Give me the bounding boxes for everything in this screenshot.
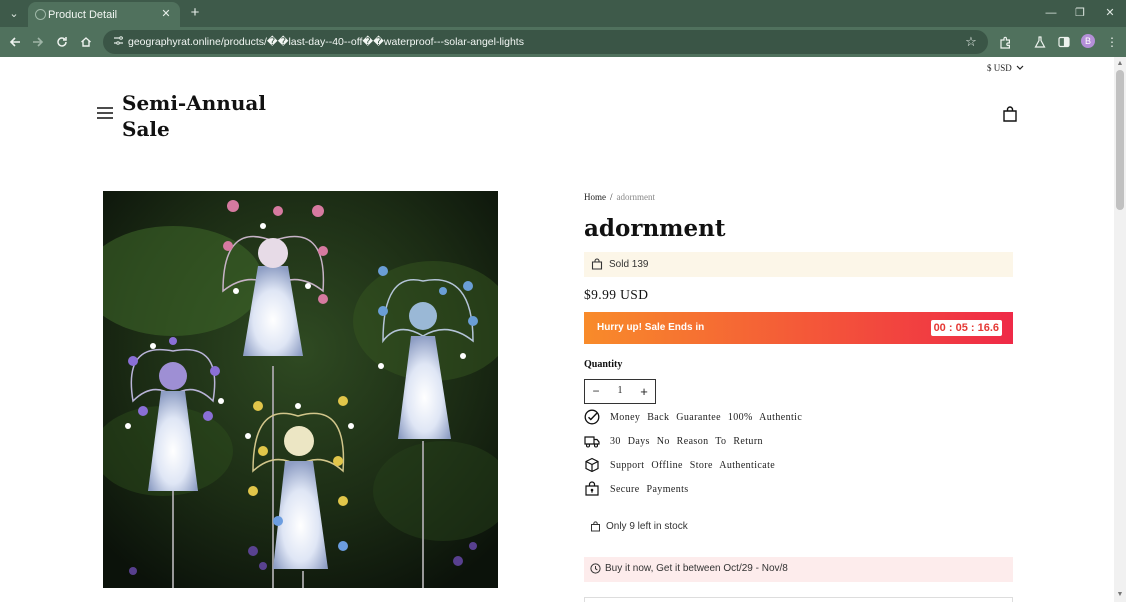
arrow-right-icon bbox=[33, 37, 44, 47]
tab-title: Product Detail bbox=[48, 9, 118, 21]
box-icon bbox=[585, 457, 599, 473]
feature-item: Secure Payments bbox=[584, 481, 1014, 499]
breadcrumb: Home / adornment bbox=[584, 192, 655, 202]
chevron-down-icon bbox=[1016, 65, 1024, 70]
hamburger-menu-icon[interactable] bbox=[97, 106, 113, 120]
feature-item: Support Offline Store Authenticate bbox=[584, 457, 1014, 475]
page-viewport: $ USD Semi-Annual Sale Home / adornment … bbox=[0, 57, 1114, 602]
address-bar[interactable]: geographyrat.online/products/��last-day-… bbox=[103, 30, 988, 54]
labs-flask-icon[interactable] bbox=[1030, 32, 1050, 52]
shopping-bag-icon[interactable] bbox=[1002, 106, 1018, 122]
brand-logo[interactable]: Semi-Annual Sale bbox=[122, 90, 272, 142]
product-image[interactable] bbox=[103, 191, 498, 588]
quantity-stepper: − 1 + bbox=[584, 379, 656, 404]
back-button[interactable] bbox=[5, 32, 25, 52]
scroll-down-arrow-icon[interactable]: ▼ bbox=[1114, 590, 1126, 600]
currency-label: $ USD bbox=[987, 63, 1012, 73]
reload-button[interactable] bbox=[52, 32, 72, 52]
shopping-bag-icon bbox=[591, 258, 603, 270]
quantity-decrease-button[interactable]: − bbox=[588, 383, 604, 400]
bookmark-star-icon[interactable]: ☆ bbox=[962, 33, 980, 51]
url-text: geographyrat.online/products/��last-day-… bbox=[128, 36, 524, 48]
sold-count: Sold 139 bbox=[609, 259, 649, 270]
delivery-estimate-text: Buy it now, Get it between Oct/29 - Nov/… bbox=[605, 563, 788, 574]
new-tab-button[interactable]: + bbox=[186, 4, 204, 22]
profile-avatar[interactable]: B bbox=[1081, 34, 1095, 48]
quantity-increase-button[interactable]: + bbox=[636, 383, 652, 400]
feature-item: 30 Days No Reason To Return bbox=[584, 433, 1014, 451]
home-button[interactable] bbox=[76, 32, 96, 52]
sale-countdown-banner: Hurry up! Sale Ends in 00 : 05 : 16.6 bbox=[584, 312, 1013, 344]
restore-button[interactable]: ❐ bbox=[1070, 4, 1090, 22]
sale-banner-text: Hurry up! Sale Ends in bbox=[597, 322, 705, 333]
countdown-timer: 00 : 05 : 16.6 bbox=[930, 320, 1002, 336]
breadcrumb-current: adornment bbox=[616, 192, 656, 202]
delivery-estimate-bar: Buy it now, Get it between Oct/29 - Nov/… bbox=[584, 557, 1013, 582]
breadcrumb-home-link[interactable]: Home bbox=[584, 192, 606, 202]
truck-icon bbox=[584, 436, 600, 448]
page-scrollbar[interactable]: ▲ ▼ bbox=[1114, 57, 1126, 602]
product-price: $9.99 USD bbox=[584, 287, 649, 302]
breadcrumb-separator: / bbox=[610, 192, 613, 202]
close-window-button[interactable]: ✕ bbox=[1100, 4, 1120, 22]
feature-text: 30 Days No Reason To Return bbox=[610, 436, 763, 447]
feature-text: Secure Payments bbox=[610, 484, 689, 495]
quantity-label: Quantity bbox=[584, 359, 623, 370]
tab-search-button[interactable]: ⌄ bbox=[5, 5, 23, 23]
reload-icon bbox=[57, 37, 67, 47]
currency-selector[interactable]: $ USD bbox=[987, 63, 1024, 73]
minimize-button[interactable]: — bbox=[1041, 4, 1061, 22]
shopping-bag-icon bbox=[591, 521, 600, 532]
scrollbar-thumb[interactable] bbox=[1116, 70, 1124, 210]
feature-text: Support Offline Store Authenticate bbox=[610, 460, 776, 471]
forward-button[interactable] bbox=[28, 32, 48, 52]
feature-text: Money Back Guarantee 100% Authentic bbox=[610, 412, 803, 423]
globe-icon bbox=[35, 9, 46, 20]
arrow-left-icon bbox=[9, 37, 20, 47]
clock-icon bbox=[590, 563, 601, 574]
scroll-up-arrow-icon[interactable]: ▲ bbox=[1114, 59, 1126, 69]
menu-kebab-icon[interactable]: ⋮ bbox=[1102, 32, 1122, 52]
sold-count-bar: Sold 139 bbox=[584, 252, 1013, 277]
browser-tab-bar: ⌄ Product Detail ✕ + — ❐ ✕ bbox=[0, 0, 1126, 27]
next-section-box bbox=[584, 597, 1013, 602]
quantity-input[interactable]: 1 bbox=[610, 385, 630, 396]
lock-bag-icon bbox=[585, 481, 599, 496]
home-icon bbox=[81, 37, 91, 47]
check-circle-icon bbox=[584, 409, 600, 425]
tab-close-button[interactable]: ✕ bbox=[158, 6, 174, 22]
product-title: adornment bbox=[584, 215, 726, 242]
browser-tab[interactable]: Product Detail ✕ bbox=[28, 2, 180, 27]
stock-indicator: Only 9 left in stock bbox=[590, 520, 790, 536]
extensions-icon[interactable] bbox=[995, 32, 1015, 52]
side-panel-icon[interactable] bbox=[1054, 32, 1074, 52]
feature-item: Money Back Guarantee 100% Authentic bbox=[584, 409, 1014, 427]
site-info-icon[interactable] bbox=[111, 35, 125, 49]
browser-toolbar: geographyrat.online/products/��last-day-… bbox=[0, 27, 1126, 57]
stock-text: Only 9 left in stock bbox=[606, 521, 688, 532]
